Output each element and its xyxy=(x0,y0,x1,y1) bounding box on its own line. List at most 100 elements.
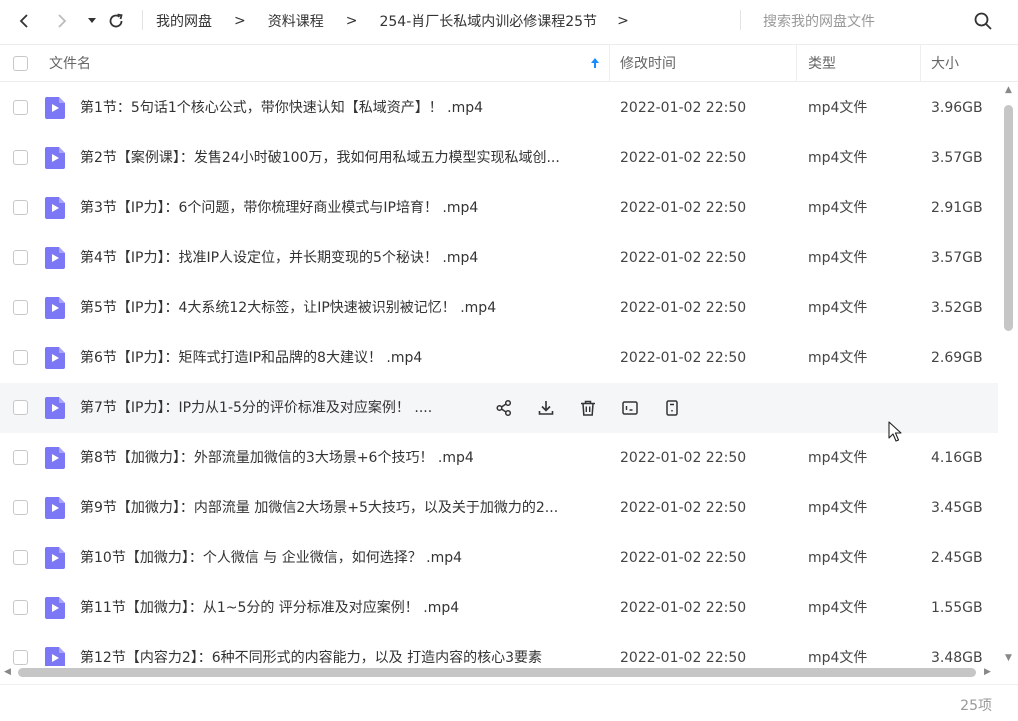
status-bar: 25项 xyxy=(0,684,1018,721)
rename-icon[interactable] xyxy=(620,398,640,418)
row-checkbox[interactable] xyxy=(13,600,28,615)
file-row[interactable]: 第6节【IP力】：矩阵式打造IP和品牌的8大建议！ .mp4 2022-01-02… xyxy=(0,333,998,383)
file-name[interactable]: 第10节【加微力】：个人微信 与 企业微信，如何选择？ .mp4 xyxy=(80,533,600,583)
back-button[interactable] xyxy=(12,9,36,33)
file-name[interactable]: 第9节【加微力】：内部流量 加微信2大场景+5大技巧，以及关于加微力的2... xyxy=(80,483,600,533)
file-size: 2.69GB xyxy=(931,350,983,366)
sort-ascending-icon[interactable] xyxy=(590,45,600,81)
file-modified-time: 2022-01-02 22:50 xyxy=(620,250,747,266)
file-list: 第1节：5句话1个核心公式，带你快速认知【私域资产】！ .mp4 2022-01-… xyxy=(0,83,1000,666)
column-header-modified[interactable]: 修改时间 xyxy=(620,45,676,81)
file-row[interactable]: 第3节【IP力】：6个问题，带你梳理好商业模式与IP培育！ .mp4 2022-0… xyxy=(0,183,998,233)
row-checkbox[interactable] xyxy=(13,100,28,115)
row-checkbox[interactable] xyxy=(13,250,28,265)
column-divider[interactable] xyxy=(609,45,610,81)
row-checkbox[interactable] xyxy=(13,150,28,165)
checkbox[interactable] xyxy=(13,55,28,71)
toolbar-divider xyxy=(740,10,741,30)
breadcrumb-item[interactable]: 我的网盘 xyxy=(156,11,212,31)
file-row[interactable]: 第7节【IP力】：IP力从1-5分的评价标准及对应案例！ .... xyxy=(0,383,998,433)
file-name[interactable]: 第8节【加微力】：外部流量加微信的3大场景+6个技巧！ .mp4 xyxy=(80,433,600,483)
history-dropdown-button[interactable] xyxy=(80,9,104,33)
file-row[interactable]: 第9节【加微力】：内部流量 加微信2大场景+5大技巧，以及关于加微力的2... 2… xyxy=(0,483,998,533)
refresh-button[interactable] xyxy=(104,9,128,33)
forward-button[interactable] xyxy=(50,9,74,33)
row-checkbox[interactable] xyxy=(13,500,28,515)
row-checkbox[interactable] xyxy=(13,450,28,465)
download-icon[interactable] xyxy=(536,398,556,418)
column-divider[interactable] xyxy=(920,45,921,81)
file-row[interactable]: 第11节【加微力】：从1~5分的 评分标准及对应案例！ .mp4 2022-01-… xyxy=(0,583,998,633)
row-checkbox[interactable] xyxy=(13,350,28,365)
checkbox[interactable] xyxy=(13,200,28,215)
file-name[interactable]: 第3节【IP力】：6个问题，带你梳理好商业模式与IP培育！ .mp4 xyxy=(80,183,600,233)
file-row[interactable]: 第8节【加微力】：外部流量加微信的3大场景+6个技巧！ .mp4 2022-01-… xyxy=(0,433,998,483)
file-row[interactable]: 第12节【内容力2】：6种不同形式的内容能力，以及 打造内容的核心3要素 2022… xyxy=(0,633,998,666)
file-row[interactable]: 第4节【IP力】：找准IP人设定位，并长期变现的5个秘诀！ .mp4 2022-0… xyxy=(0,233,998,283)
column-divider[interactable] xyxy=(796,45,797,81)
file-name[interactable]: 第4节【IP力】：找准IP人设定位，并长期变现的5个秘诀！ .mp4 xyxy=(80,233,600,283)
file-name[interactable]: 第2节【案例课】：发售24小时破100万，我如何用私域五力模型实现私域创... xyxy=(80,133,600,183)
column-header-name[interactable]: 文件名 xyxy=(49,45,91,81)
checkbox[interactable] xyxy=(13,550,28,565)
scroll-left-arrow-icon[interactable]: ◀ xyxy=(4,667,11,677)
file-row[interactable]: 第10节【加微力】：个人微信 与 企业微信，如何选择？ .mp4 2022-01-… xyxy=(0,533,998,583)
search-button[interactable] xyxy=(972,10,994,32)
file-name[interactable]: 第1节：5句话1个核心公式，带你快速认知【私域资产】！ .mp4 xyxy=(80,83,600,133)
column-header-size[interactable]: 大小 xyxy=(931,45,959,81)
file-type: mp4文件 xyxy=(808,350,868,366)
vertical-scrollbar[interactable]: ▲ ▼ xyxy=(1000,83,1018,666)
delete-icon[interactable] xyxy=(578,398,598,418)
checkbox[interactable] xyxy=(13,450,28,465)
more-icon[interactable] xyxy=(662,398,682,418)
chevron-left-icon xyxy=(19,14,28,28)
row-checkbox[interactable] xyxy=(13,400,28,415)
search-input[interactable]: 搜索我的网盘文件 xyxy=(763,0,875,42)
file-modified-time: 2022-01-02 22:50 xyxy=(620,100,747,116)
column-header-type[interactable]: 类型 xyxy=(808,45,836,81)
file-name[interactable]: 第5节【IP力】：4大系统12大标签，让IP快速被识别被记忆！ .mp4 xyxy=(80,283,600,333)
row-checkbox[interactable] xyxy=(13,200,28,215)
file-name[interactable]: 第6节【IP力】：矩阵式打造IP和品牌的8大建议！ .mp4 xyxy=(80,333,600,383)
file-row[interactable]: 第5节【IP力】：4大系统12大标签，让IP快速被识别被记忆！ .mp4 2022… xyxy=(0,283,998,333)
select-all-checkbox[interactable] xyxy=(13,45,28,81)
file-size: 3.45GB xyxy=(931,500,983,516)
checkbox[interactable] xyxy=(13,100,28,115)
file-size: 4.16GB xyxy=(931,450,983,466)
row-checkbox[interactable] xyxy=(13,550,28,565)
checkbox[interactable] xyxy=(13,500,28,515)
file-size: 2.91GB xyxy=(931,200,983,216)
checkbox[interactable] xyxy=(13,600,28,615)
file-name[interactable]: 第12节【内容力2】：6种不同形式的内容能力，以及 打造内容的核心3要素 xyxy=(80,633,600,666)
file-modified-time: 2022-01-02 22:50 xyxy=(620,200,747,216)
vertical-scroll-thumb[interactable] xyxy=(1004,105,1013,331)
file-name[interactable]: 第11节【加微力】：从1~5分的 评分标准及对应案例！ .mp4 xyxy=(80,583,600,633)
file-modified-time: 2022-01-02 22:50 xyxy=(620,450,747,466)
video-file-icon xyxy=(45,97,65,119)
breadcrumb-item[interactable]: 资料课程 xyxy=(268,11,324,31)
file-row[interactable]: 第1节：5句话1个核心公式，带你快速认知【私域资产】！ .mp4 2022-01-… xyxy=(0,83,998,133)
row-checkbox[interactable] xyxy=(13,650,28,665)
file-modified-time: 2022-01-02 22:50 xyxy=(620,600,747,616)
row-checkbox[interactable] xyxy=(13,300,28,315)
checkbox[interactable] xyxy=(13,350,28,365)
file-modified-time: 2022-01-02 22:50 xyxy=(620,350,747,366)
horizontal-scroll-thumb[interactable] xyxy=(18,668,976,677)
file-modified-time: 2022-01-02 22:50 xyxy=(620,650,747,666)
scroll-down-arrow-icon[interactable]: ▼ xyxy=(1005,653,1012,663)
horizontal-scrollbar[interactable]: ◀ ▶ xyxy=(0,665,1000,681)
breadcrumb-current[interactable]: 254-肖厂长私域内训必修课程25节 xyxy=(379,11,597,31)
checkbox[interactable] xyxy=(13,150,28,165)
share-icon[interactable] xyxy=(494,398,514,418)
file-type: mp4文件 xyxy=(808,100,868,116)
checkbox[interactable] xyxy=(13,250,28,265)
scroll-right-arrow-icon[interactable]: ▶ xyxy=(984,667,991,677)
video-file-icon xyxy=(45,197,65,219)
video-file-icon xyxy=(45,597,65,619)
checkbox[interactable] xyxy=(13,300,28,315)
checkbox[interactable] xyxy=(13,650,28,665)
file-size: 1.55GB xyxy=(931,600,983,616)
checkbox[interactable] xyxy=(13,400,28,415)
scroll-up-arrow-icon[interactable]: ▲ xyxy=(1005,85,1012,95)
file-row[interactable]: 第2节【案例课】：发售24小时破100万，我如何用私域五力模型实现私域创... 2… xyxy=(0,133,998,183)
